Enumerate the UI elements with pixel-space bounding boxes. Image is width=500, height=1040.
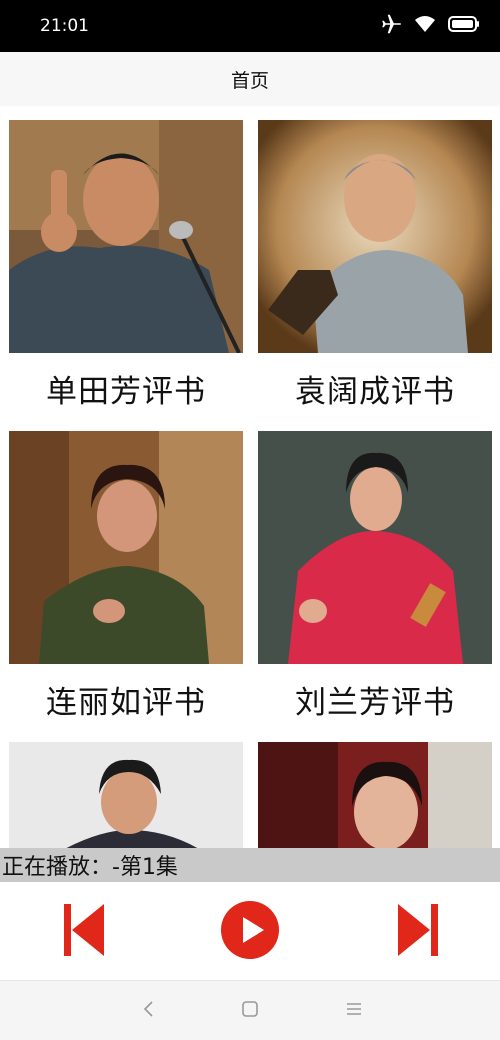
status-bar: 21:01	[0, 0, 500, 52]
play-icon	[220, 900, 280, 964]
storyteller-grid[interactable]: 单田芳评书 袁阔成评书 连丽如评书 刘兰芳评书	[0, 106, 500, 848]
title-bar: 首页	[0, 52, 500, 106]
home-icon	[241, 1000, 259, 1022]
portrait-image[interactable]	[9, 742, 243, 848]
portrait-image[interactable]	[258, 120, 492, 353]
home-button[interactable]	[238, 999, 262, 1023]
previous-button[interactable]	[54, 902, 114, 962]
back-icon	[140, 999, 156, 1023]
player-controls	[0, 882, 500, 980]
grid-item-label: 单田芳评书	[46, 374, 206, 410]
now-playing-text: 正在播放：-第1集	[2, 855, 178, 880]
menu-button[interactable]	[342, 999, 366, 1023]
battery-icon	[448, 15, 480, 37]
now-playing-bar[interactable]: 正在播放：-第1集	[0, 848, 500, 882]
airplane-icon	[380, 14, 402, 38]
grid-item-label: 连丽如评书	[46, 685, 206, 721]
portrait-image[interactable]	[258, 431, 492, 664]
skip-previous-icon	[62, 902, 106, 962]
system-nav-bar	[0, 980, 500, 1040]
portrait-image[interactable]	[9, 120, 243, 353]
wifi-icon	[414, 15, 436, 37]
next-button[interactable]	[388, 902, 448, 962]
status-time: 21:01	[40, 16, 89, 36]
skip-next-icon	[396, 902, 440, 962]
page-title: 首页	[230, 69, 269, 92]
menu-icon	[345, 1001, 363, 1021]
grid-item-label: 袁阔成评书	[295, 374, 455, 410]
portrait-image[interactable]	[258, 742, 492, 848]
portrait-image[interactable]	[9, 431, 243, 664]
back-button[interactable]	[136, 999, 160, 1023]
grid-item-label: 刘兰芳评书	[295, 685, 455, 721]
status-icons	[380, 14, 480, 38]
play-button[interactable]	[220, 900, 280, 964]
